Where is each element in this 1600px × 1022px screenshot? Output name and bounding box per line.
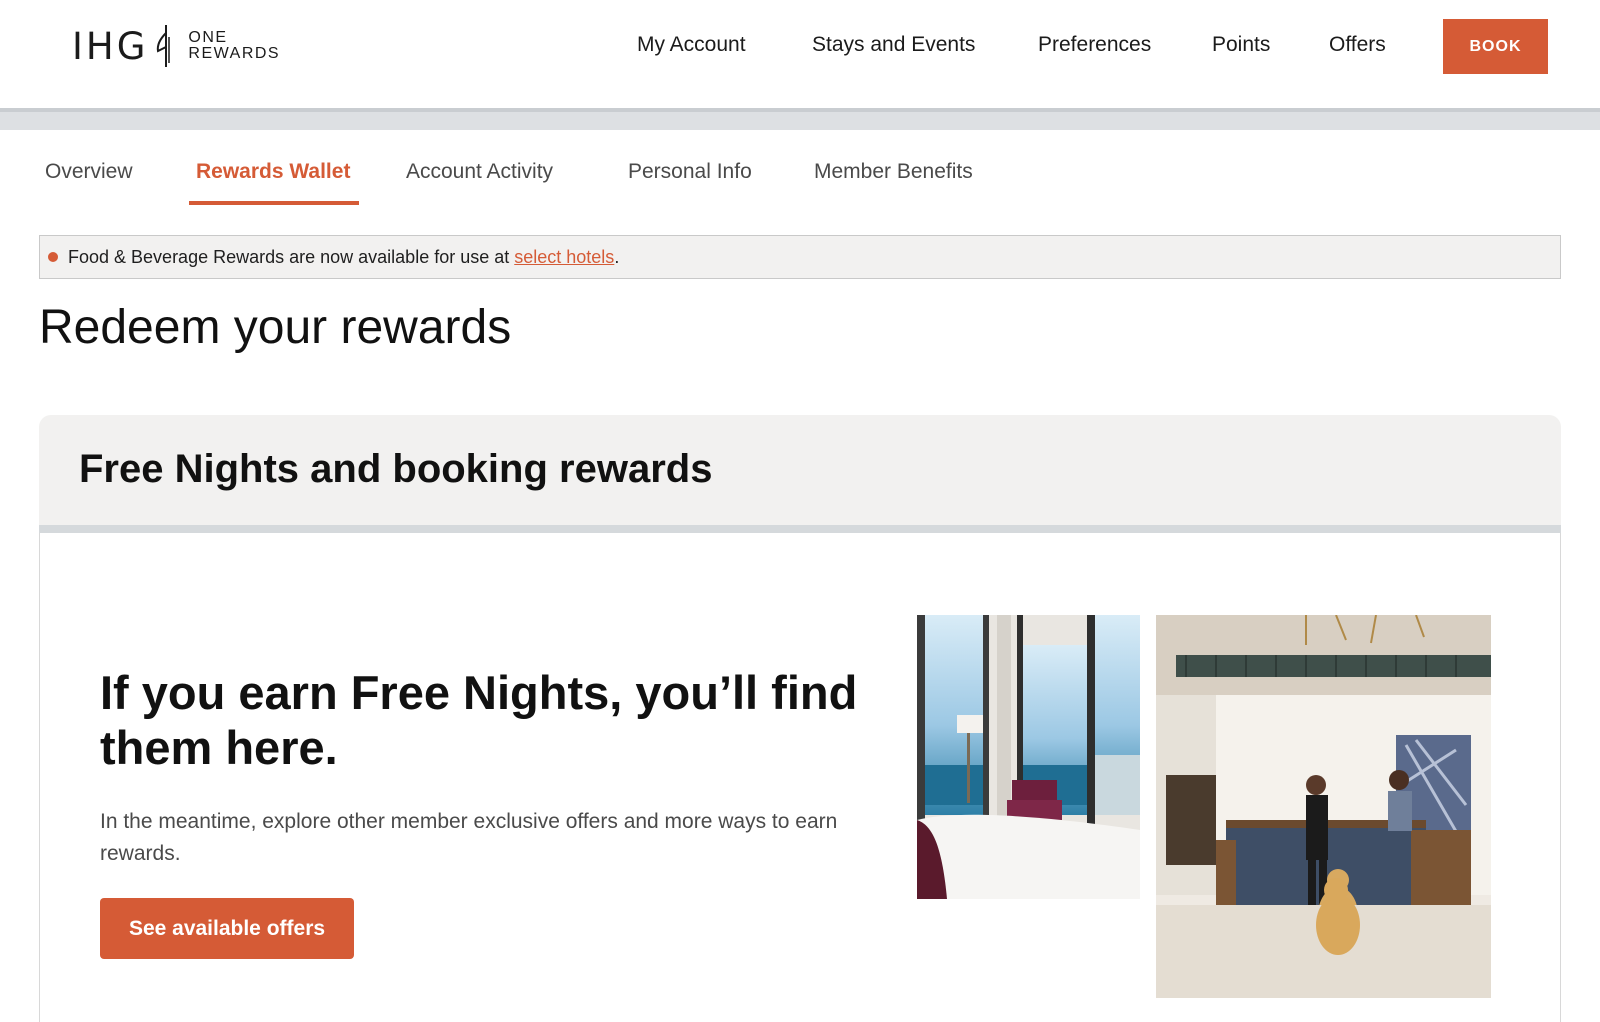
tab-account-activity[interactable]: Account Activity — [406, 160, 553, 184]
hotel-lobby-illustration — [1156, 615, 1491, 998]
hotel-room-image — [917, 615, 1140, 899]
ihg-one-rewards-logo[interactable]: IHG ONE REWARDS — [72, 22, 280, 70]
active-tab-indicator — [189, 201, 359, 205]
account-tabs: Overview Rewards Wallet Account Activity… — [0, 130, 1600, 210]
tab-personal-info[interactable]: Personal Info — [628, 160, 752, 184]
logo-line2: REWARDS — [188, 45, 281, 62]
nav-stays-and-events[interactable]: Stays and Events — [812, 33, 975, 57]
select-hotels-link[interactable]: select hotels — [514, 247, 614, 267]
header-band — [0, 112, 1600, 130]
logo-mark-icon — [157, 25, 171, 67]
logo-brand: IHG — [72, 24, 149, 68]
notice-dot-icon — [48, 252, 58, 262]
promo-description: In the meantime, explore other member ex… — [100, 810, 838, 865]
hotel-room-illustration — [917, 615, 1140, 899]
nav-offers[interactable]: Offers — [1329, 33, 1386, 57]
site-header: IHG ONE REWARDS My Account Stays and Eve… — [0, 0, 1600, 110]
notice-banner: Food & Beverage Rewards are now availabl… — [39, 235, 1561, 279]
promo-heading: If you earn Free Nights, you’ll find the… — [100, 666, 858, 774]
nav-preferences[interactable]: Preferences — [1038, 33, 1151, 57]
page-title: Redeem your rewards — [39, 301, 512, 354]
card-divider — [39, 525, 1561, 533]
book-button[interactable]: BOOK — [1443, 19, 1548, 74]
see-available-offers-button[interactable]: See available offers — [100, 898, 354, 959]
tab-overview[interactable]: Overview — [45, 160, 133, 184]
notice-text: Food & Beverage Rewards are now availabl… — [68, 246, 620, 267]
nav-my-account[interactable]: My Account — [637, 33, 746, 57]
tab-member-benefits[interactable]: Member Benefits — [814, 160, 973, 184]
logo-line1: ONE — [188, 29, 228, 46]
nav-points[interactable]: Points — [1212, 33, 1270, 57]
card-header: Free Nights and booking rewards — [39, 415, 1561, 525]
hotel-lobby-image — [1156, 615, 1491, 998]
card-title: Free Nights and booking rewards — [79, 447, 713, 491]
tab-rewards-wallet[interactable]: Rewards Wallet — [196, 160, 350, 184]
